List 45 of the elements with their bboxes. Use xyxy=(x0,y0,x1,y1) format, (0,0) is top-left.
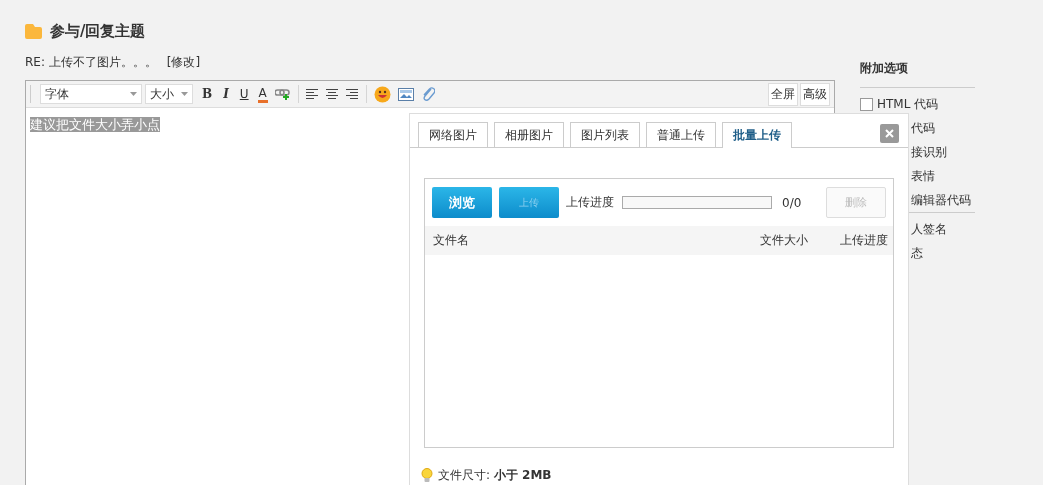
font-color-button[interactable]: A xyxy=(257,85,268,103)
option-label: 接识别 xyxy=(911,143,947,161)
editor-text: 建议把文件大小弄小点 xyxy=(30,117,160,132)
option-label: 人签名 xyxy=(911,220,947,238)
subject-text: RE: 上传不了图片。。。 xyxy=(25,54,157,71)
tab[interactable]: 批量上传 xyxy=(722,122,792,148)
lightbulb-icon xyxy=(421,468,433,483)
toolbar-button[interactable]: 全屏 xyxy=(768,82,798,106)
option-label: HTML 代码 xyxy=(877,95,939,113)
size-select[interactable]: 大小 xyxy=(145,84,193,104)
tab[interactable]: 图片列表 xyxy=(570,122,640,147)
tab[interactable]: 网络图片 xyxy=(418,122,488,147)
caret-icon xyxy=(181,92,188,96)
edit-link[interactable]: [修改] xyxy=(166,54,201,71)
image-icon[interactable] xyxy=(397,87,414,101)
close-button[interactable] xyxy=(880,124,899,143)
column-header: 文件名 xyxy=(433,232,470,249)
align-left-icon[interactable] xyxy=(305,88,319,100)
option-label: 表情 xyxy=(911,167,935,185)
caret-icon xyxy=(130,92,137,96)
option-label: 态 xyxy=(911,244,923,262)
smiley-icon[interactable] xyxy=(373,85,391,103)
column-header: 上传进度 xyxy=(840,232,888,249)
checkbox[interactable] xyxy=(860,97,873,111)
font-select[interactable]: 字体 xyxy=(40,84,142,104)
tab[interactable]: 相册图片 xyxy=(494,122,564,147)
file-size-note: 文件尺寸: 小于 2MB xyxy=(438,467,552,484)
bold-button[interactable]: B xyxy=(200,87,215,101)
link-icon[interactable] xyxy=(274,88,291,100)
align-center-icon[interactable] xyxy=(325,88,339,100)
column-header: 文件大小 xyxy=(760,232,809,249)
underline-button[interactable]: U xyxy=(237,87,251,101)
progress-label: 上传进度 xyxy=(566,194,614,211)
folder-icon xyxy=(25,24,42,39)
close-icon xyxy=(885,129,894,138)
italic-button[interactable]: I xyxy=(221,87,231,101)
option-label: 代码 xyxy=(911,119,935,137)
toolbar-button[interactable]: 高级 xyxy=(800,82,830,106)
option-label: 编辑器代码 xyxy=(911,191,971,209)
page-title: 参与/回复主题 xyxy=(50,22,146,41)
progress-count: 0/0 xyxy=(782,195,802,210)
tab[interactable]: 普通上传 xyxy=(646,122,716,147)
paperclip-icon[interactable] xyxy=(420,86,435,102)
sidebar-title: 附加选项 xyxy=(860,60,909,77)
align-right-icon[interactable] xyxy=(345,88,359,100)
